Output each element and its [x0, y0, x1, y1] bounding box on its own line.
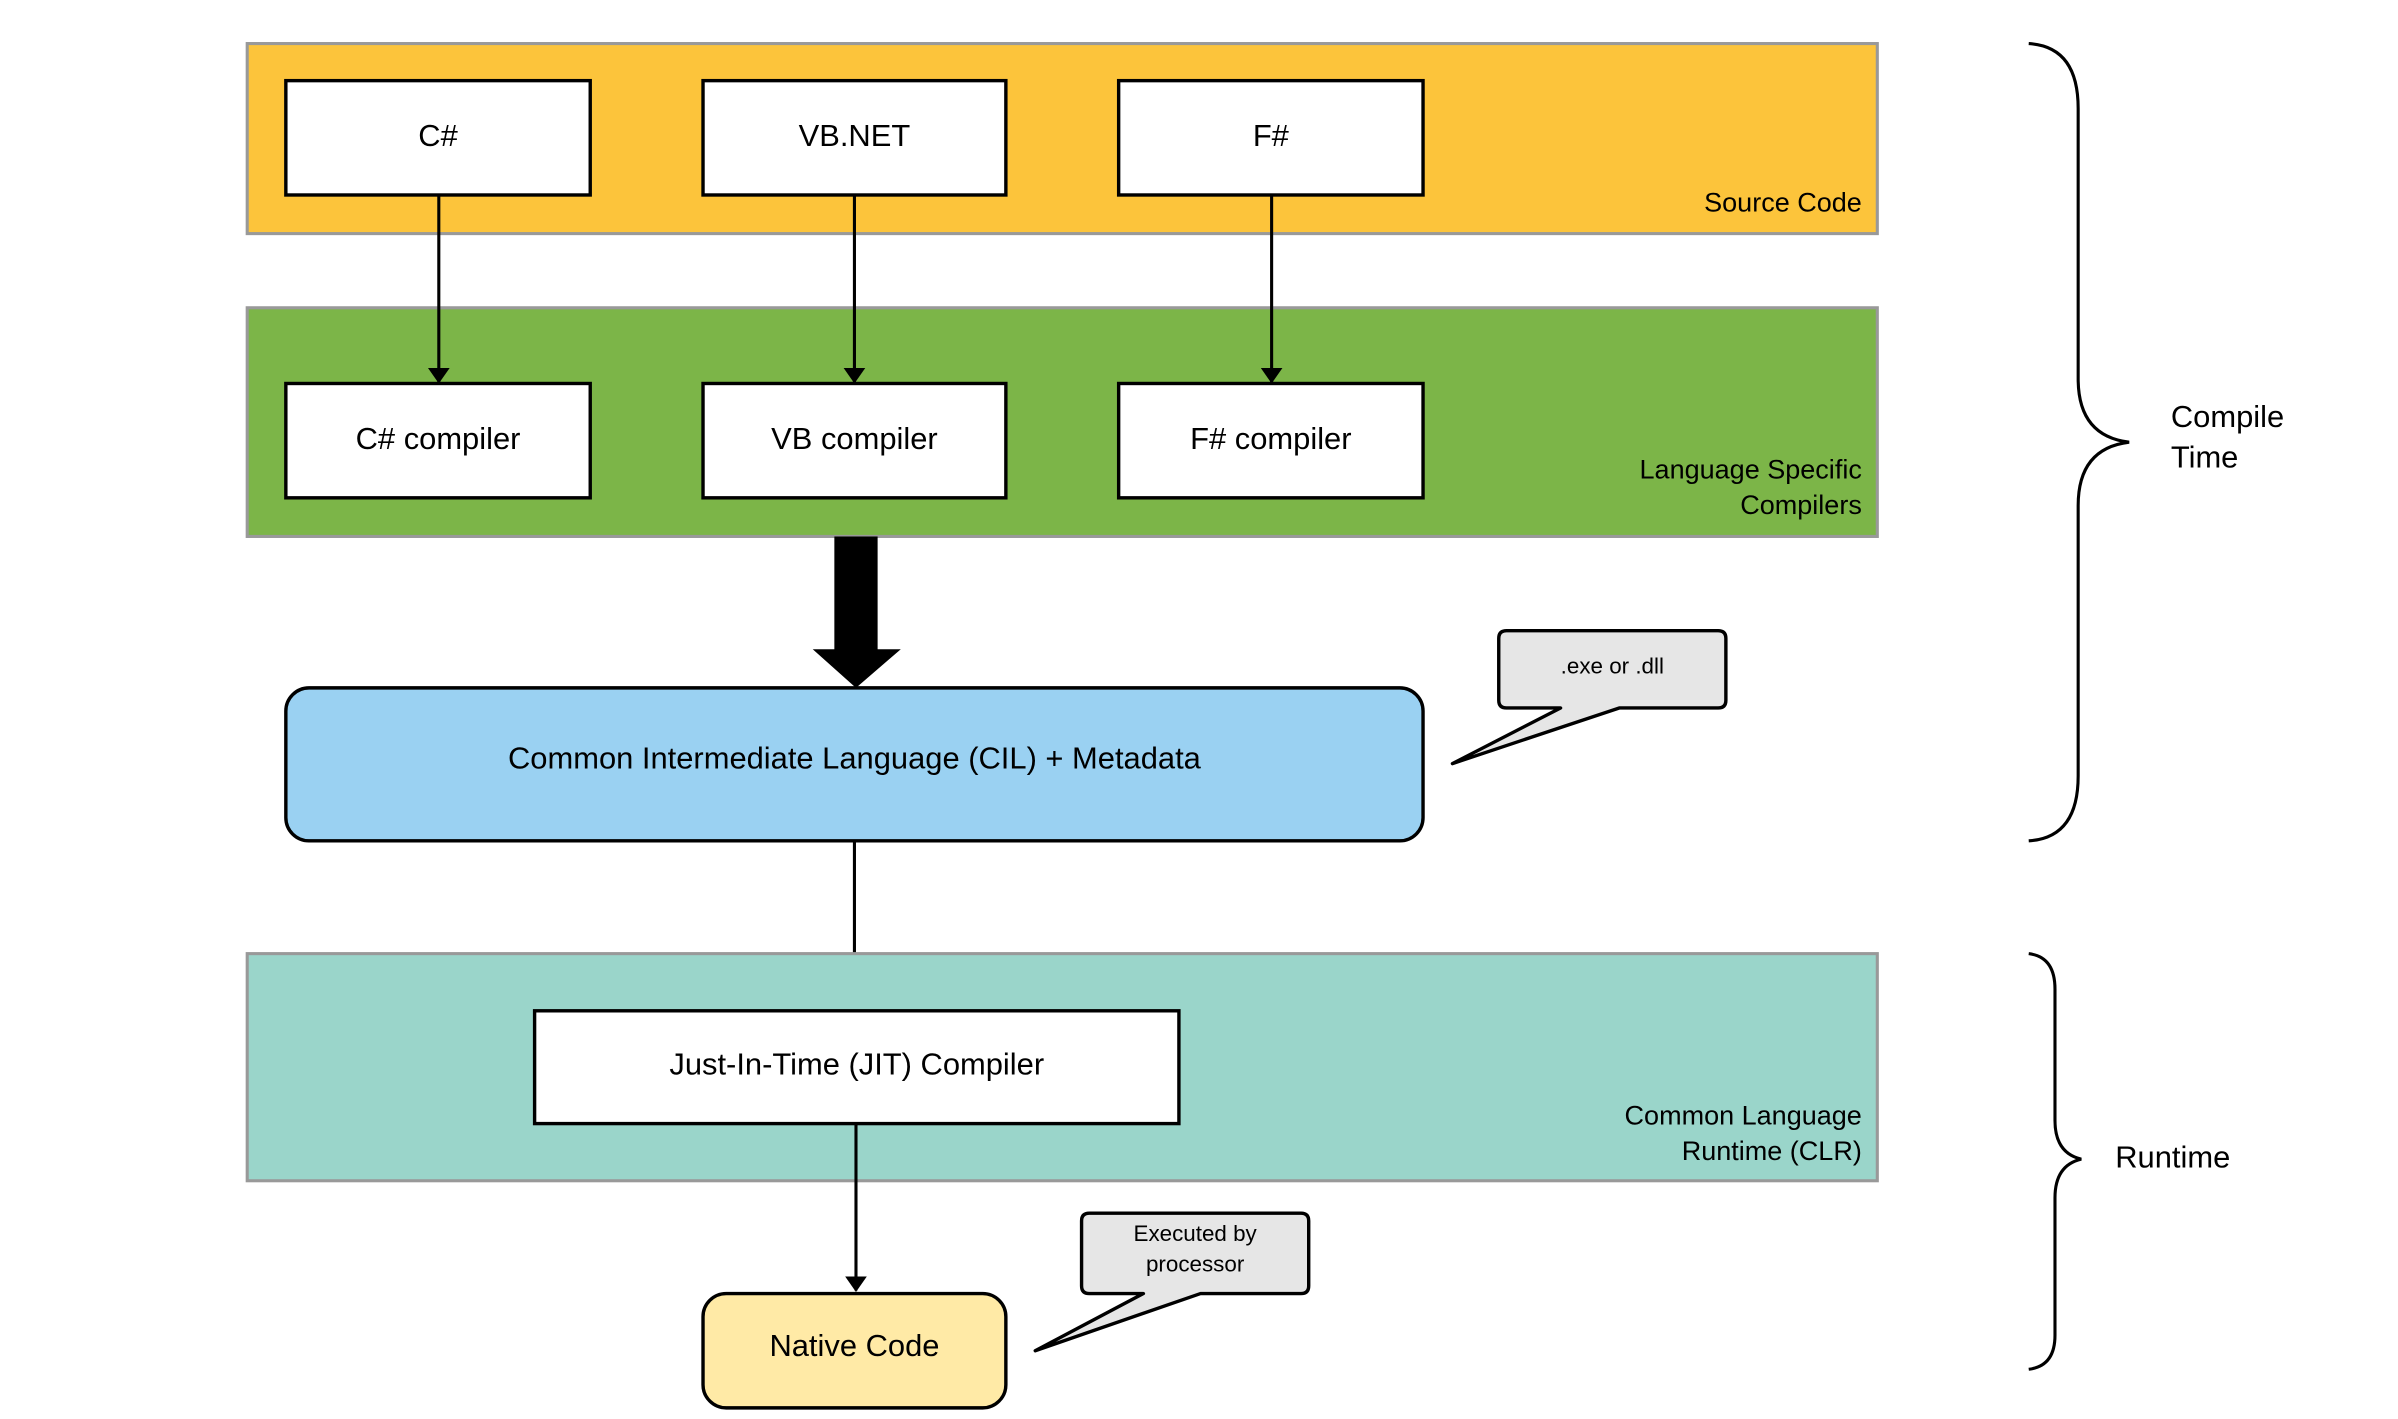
jit-label: Just-In-Time (JIT) Compiler	[669, 1047, 1044, 1082]
compiler-label: C# compiler	[356, 421, 521, 456]
compile-time-label-line2: Time	[2171, 439, 2239, 474]
thick-arrow-down-icon	[812, 536, 901, 688]
compilers-label-line2: Compilers	[1740, 490, 1862, 520]
native-callout-line2: processor	[1146, 1252, 1245, 1277]
compile-time-label-line1: Compile	[2171, 399, 2284, 434]
runtime-label: Runtime	[2115, 1139, 2230, 1174]
compile-time-brace-icon	[2028, 42, 2130, 843]
language-box-fsharp[interactable]: F#	[1116, 78, 1425, 197]
compiler-label: VB compiler	[771, 421, 938, 456]
cil-callout-text: .exe or .dll	[1561, 654, 1664, 679]
language-label: C#	[418, 118, 458, 153]
native-code-box[interactable]: Native Code	[701, 1291, 1008, 1410]
compiler-box-vb[interactable]: VB compiler	[701, 381, 1008, 500]
language-label: F#	[1253, 118, 1290, 153]
clr-band: Just-In-Time (JIT) Compiler Common Langu…	[245, 952, 1879, 1183]
runtime-brace-icon	[2028, 952, 2082, 1371]
cil-label: Common Intermediate Language (CIL) + Met…	[508, 741, 1202, 776]
cil-box[interactable]: Common Intermediate Language (CIL) + Met…	[284, 686, 1425, 843]
clr-label-line2: Runtime (CLR)	[1682, 1136, 1862, 1166]
language-label: VB.NET	[799, 118, 911, 153]
language-box-csharp[interactable]: C#	[284, 78, 592, 197]
compilers-band: C# compiler VB compiler F# compiler Lang…	[245, 306, 1879, 538]
compilers-label-line1: Language Specific	[1640, 455, 1862, 485]
native-code-label: Native Code	[769, 1328, 939, 1363]
cil-callout: .exe or .dll	[1450, 629, 1728, 766]
jit-compiler-box[interactable]: Just-In-Time (JIT) Compiler	[532, 1009, 1181, 1126]
clr-label-line1: Common Language	[1625, 1101, 1862, 1131]
native-callout-line1: Executed by	[1134, 1221, 1258, 1246]
source-code-label: Source Code	[1704, 187, 1862, 217]
compiler-box-csharp[interactable]: C# compiler	[284, 381, 592, 500]
native-callout: Executed by processor	[1033, 1211, 1311, 1353]
compiler-box-fsharp[interactable]: F# compiler	[1116, 381, 1425, 500]
clr-compilation-diagram: C# VB.NET F# Source Code C# compiler VB …	[245, 42, 2284, 1410]
language-box-vbnet[interactable]: VB.NET	[701, 78, 1008, 197]
source-code-band: C# VB.NET F# Source Code	[245, 42, 1879, 236]
compiler-label: F# compiler	[1190, 421, 1351, 456]
